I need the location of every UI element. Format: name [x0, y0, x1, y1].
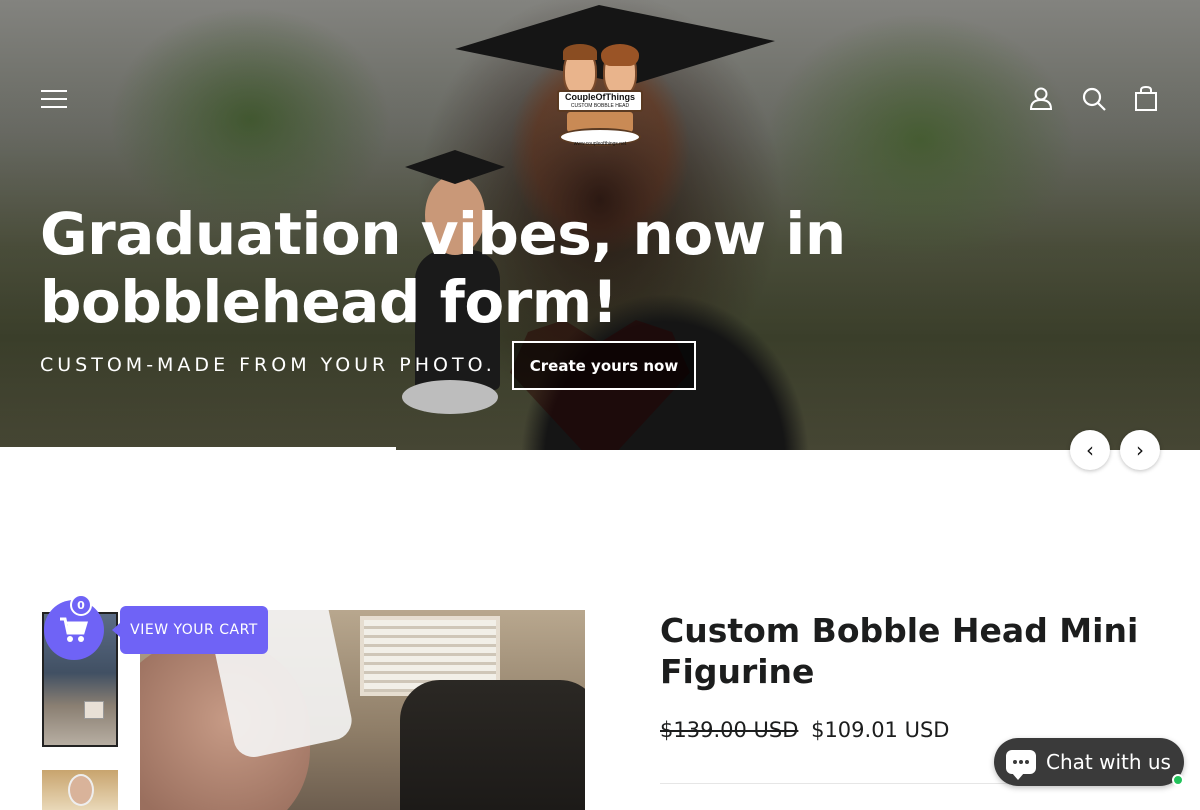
logo-tagline-text: CUSTOM BOBBLE HEAD [570, 103, 630, 109]
sale-price: $109.01 USD [811, 718, 950, 742]
price-row: $139.00 USD $109.01 USD [660, 718, 949, 742]
site-logo[interactable]: CoupleOfThings CUSTOM BOBBLE HEAD www.co… [553, 44, 647, 148]
view-cart-button[interactable]: VIEW YOUR CART [112, 606, 268, 654]
logo-brand-text: CoupleOfThings [565, 92, 635, 102]
chat-with-us-button[interactable]: Chat with us [994, 738, 1184, 786]
product-thumbnail[interactable] [42, 770, 118, 810]
chevron-left-icon: ‹ [1086, 438, 1094, 462]
hero-title: Graduation vibes, now in bobblehead form… [40, 200, 846, 336]
hero-banner: CoupleOfThings CUSTOM BOBBLE HEAD www.co… [0, 0, 1200, 450]
logo-url-text: www.coupleofthings.net [573, 141, 627, 147]
chevron-right-icon: › [1136, 438, 1144, 462]
chat-bubble-icon [1006, 750, 1036, 780]
create-yours-button[interactable]: Create yours now [512, 341, 696, 390]
previous-slide-button[interactable]: ‹ [1070, 430, 1110, 470]
menu-icon[interactable] [39, 84, 69, 114]
shopping-cart-icon [60, 617, 89, 642]
hero-subtitle: CUSTOM-MADE FROM YOUR PHOTO. [40, 354, 496, 376]
next-slide-button[interactable]: › [1120, 430, 1160, 470]
cart-count-badge: 0 [70, 594, 92, 616]
compare-at-price: $139.00 USD [660, 718, 799, 742]
product-title: Custom Bobble Head Mini Figurine [660, 611, 1139, 691]
chat-label: Chat with us [1046, 750, 1171, 774]
slide-progress-bar [0, 447, 396, 450]
online-status-indicator [1172, 774, 1184, 786]
account-icon[interactable] [1026, 84, 1056, 114]
cart-icon[interactable] [1131, 84, 1161, 114]
search-icon[interactable] [1079, 84, 1109, 114]
